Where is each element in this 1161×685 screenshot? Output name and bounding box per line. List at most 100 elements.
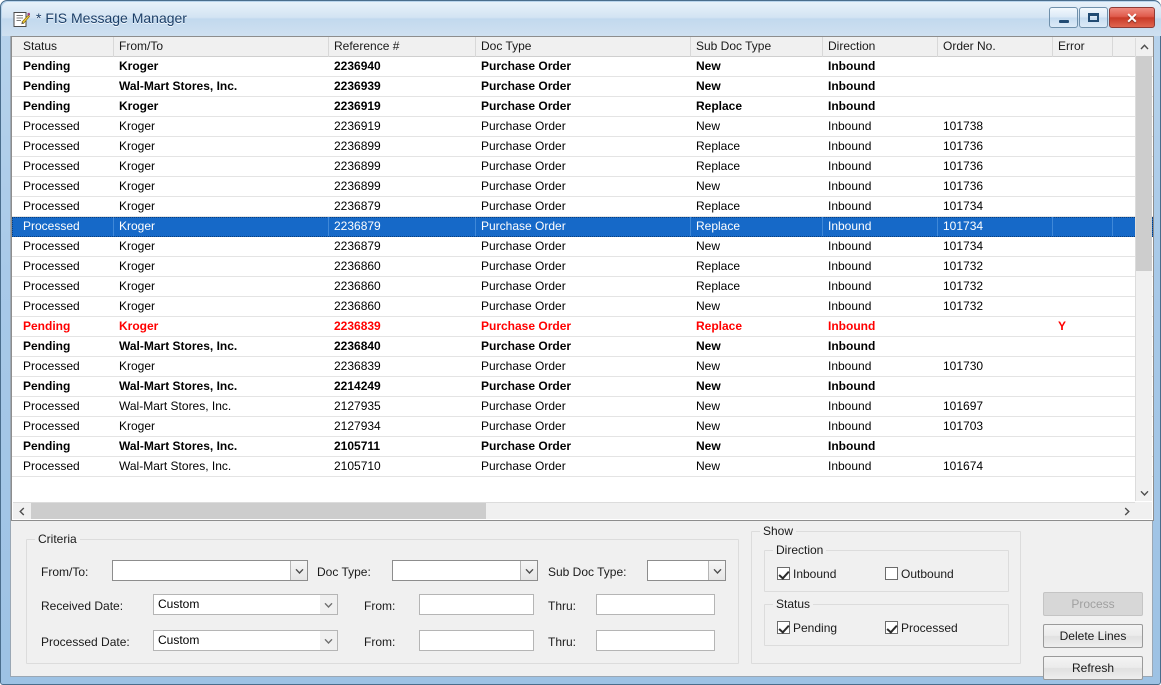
fromto-filter-combo[interactable] (112, 560, 308, 581)
grid-header-doctype[interactable]: Doc Type (476, 37, 691, 57)
pending-checkbox[interactable]: Pending (777, 621, 837, 635)
inbound-checkbox[interactable]: Inbound (777, 567, 836, 581)
fromto-filter-label: From/To: (41, 565, 89, 579)
table-row[interactable]: Processed Kroger 2236860 Purchase Order New I… (12, 297, 1153, 317)
cell-fromto: Kroger (119, 239, 156, 253)
grid-rows[interactable]: Pending Kroger 2236940 Purchase Order New Inb… (12, 57, 1153, 520)
checkbox-box (885, 567, 898, 580)
table-row[interactable]: Pending Kroger 2236919 Purchase Order Replac… (12, 97, 1153, 117)
cell-reference: 2236860 (334, 259, 381, 273)
grid-vertical-scrollbar[interactable] (1135, 38, 1152, 501)
outbound-label: Outbound (901, 567, 954, 581)
table-row[interactable]: Pending Kroger 2236839 Purchase Order Replac… (12, 317, 1153, 337)
vertical-scrollbar-thumb[interactable] (1136, 56, 1152, 271)
outbound-checkbox[interactable]: Outbound (885, 567, 954, 581)
table-row[interactable]: Pending Wal-Mart Stores, Inc. 2214249 Purch… (12, 377, 1153, 397)
table-row[interactable]: Processed Kroger 2236899 Purchase Order Repl… (12, 137, 1153, 157)
cell-doctype: Purchase Order (481, 459, 566, 473)
table-row[interactable]: Processed Kroger 2236899 Purchase Order Repl… (12, 157, 1153, 177)
subdoctype-filter-combo[interactable] (647, 560, 726, 581)
table-row[interactable]: Processed Kroger 2236860 Purchase Order Repl… (12, 277, 1153, 297)
scroll-right-button[interactable] (1118, 503, 1135, 519)
processed-label: Processed (901, 621, 958, 635)
horizontal-scrollbar-thumb[interactable] (31, 503, 486, 519)
chevron-down-icon[interactable] (320, 595, 337, 614)
message-grid[interactable]: Status From/To Reference # Doc Type Sub Doc … (11, 36, 1154, 521)
table-row[interactable]: Processed Wal-Mart Stores, Inc. 2105710 Pur… (12, 457, 1153, 477)
grid-header-subdoc[interactable]: Sub Doc Type (691, 37, 823, 57)
table-row[interactable]: Processed Kroger 2236839 Purchase Order New I… (12, 357, 1153, 377)
cell-fromto: Kroger (119, 99, 159, 113)
grid-header-fromto[interactable]: From/To (114, 37, 329, 57)
cell-subdoc: Replace (696, 99, 743, 113)
chevron-down-icon[interactable] (520, 561, 537, 580)
grid-header-error[interactable]: Error (1053, 37, 1113, 57)
cell-orderno: 101736 (943, 179, 984, 193)
processed-date-combo[interactable]: Custom (153, 630, 338, 651)
maximize-button[interactable] (1079, 7, 1108, 28)
cell-doctype: Purchase Order (481, 279, 566, 293)
table-row[interactable]: Processed Kroger 2236879 Purchase Order Repl… (12, 197, 1153, 217)
fis-message-manager-window: * FIS Message Manager ✕ Status From/To Ref… (0, 0, 1161, 685)
cell-reference: 2105710 (334, 459, 381, 473)
close-button[interactable]: ✕ (1109, 7, 1155, 28)
cell-orderno (938, 337, 1053, 356)
grid-header-direction[interactable]: Direction (823, 37, 938, 57)
cell-fromto: Kroger (119, 279, 156, 293)
chevron-down-icon[interactable] (708, 561, 725, 580)
cell-fromto: Wal-Mart Stores, Inc. (119, 399, 232, 413)
grid-header-row[interactable]: Status From/To Reference # Doc Type Sub Doc … (12, 37, 1153, 57)
received-date-combo[interactable]: Custom (153, 594, 338, 615)
cell-reference: 2236879 (334, 199, 381, 213)
table-row[interactable]: Processed Wal-Mart Stores, Inc. 2127935 Pur… (12, 397, 1153, 417)
cell-status: Pending (23, 439, 71, 453)
scroll-down-button[interactable] (1136, 484, 1152, 501)
cell-orderno (938, 77, 1053, 96)
minimize-button[interactable] (1049, 7, 1078, 28)
grid-horizontal-scrollbar[interactable] (13, 502, 1135, 519)
grid-header-reference[interactable]: Reference # (329, 37, 476, 57)
processed-thru-input[interactable] (596, 630, 715, 651)
doctype-filter-combo[interactable] (392, 560, 538, 581)
title-bar[interactable]: * FIS Message Manager ✕ (2, 2, 1161, 36)
close-icon: ✕ (1126, 9, 1138, 26)
processed-checkbox[interactable]: Processed (885, 621, 958, 635)
cell-orderno: 101734 (943, 239, 984, 253)
delete-lines-button[interactable]: Delete Lines (1043, 624, 1143, 648)
received-from-input[interactable] (419, 594, 534, 615)
table-row[interactable]: Processed Kroger 2127934 Purchase Order New I… (12, 417, 1153, 437)
processed-from-label: From: (364, 635, 396, 649)
cell-status: Pending (23, 379, 71, 393)
table-row[interactable]: Processed Kroger 2236879 Purchase Order Repl… (12, 217, 1153, 237)
refresh-button[interactable]: Refresh (1043, 656, 1143, 680)
table-row[interactable]: Processed Kroger 2236860 Purchase Order Repl… (12, 257, 1153, 277)
table-row[interactable]: Pending Wal-Mart Stores, Inc. 2236939 Purch… (12, 77, 1153, 97)
cell-status: Processed (23, 359, 80, 373)
grid-header-status[interactable]: Status (18, 37, 114, 57)
table-row[interactable]: Pending Wal-Mart Stores, Inc. 2236840 Purch… (12, 337, 1153, 357)
table-row[interactable]: Pending Wal-Mart Stores, Inc. 2105711 Purch… (12, 437, 1153, 457)
process-button[interactable]: Process (1043, 592, 1143, 616)
scroll-up-button[interactable] (1136, 38, 1152, 55)
chevron-down-icon[interactable] (290, 561, 307, 580)
table-row[interactable]: Pending Kroger 2236940 Purchase Order New Inb… (12, 57, 1153, 77)
cell-doctype: Purchase Order (481, 339, 572, 353)
received-thru-input[interactable] (596, 594, 715, 615)
cell-status: Processed (23, 119, 80, 133)
cell-direction: Inbound (828, 239, 872, 253)
cell-status: Pending (23, 339, 71, 353)
window-title: * FIS Message Manager (36, 10, 187, 26)
table-row[interactable]: Processed Kroger 2236879 Purchase Order New I… (12, 237, 1153, 257)
cell-fromto: Kroger (119, 419, 156, 433)
cell-subdoc: Replace (696, 319, 743, 333)
table-row[interactable]: Processed Kroger 2236899 Purchase Order New I… (12, 177, 1153, 197)
processed-from-input[interactable] (419, 630, 534, 651)
chevron-down-icon[interactable] (320, 631, 337, 650)
cell-status: Pending (23, 99, 71, 113)
cell-subdoc: New (696, 379, 721, 393)
scroll-left-button[interactable] (13, 503, 30, 519)
maximize-icon (1088, 13, 1099, 22)
cell-fromto: Wal-Mart Stores, Inc. (119, 79, 238, 93)
table-row[interactable]: Processed Kroger 2236919 Purchase Order New I… (12, 117, 1153, 137)
grid-header-orderno[interactable]: Order No. (938, 37, 1053, 57)
